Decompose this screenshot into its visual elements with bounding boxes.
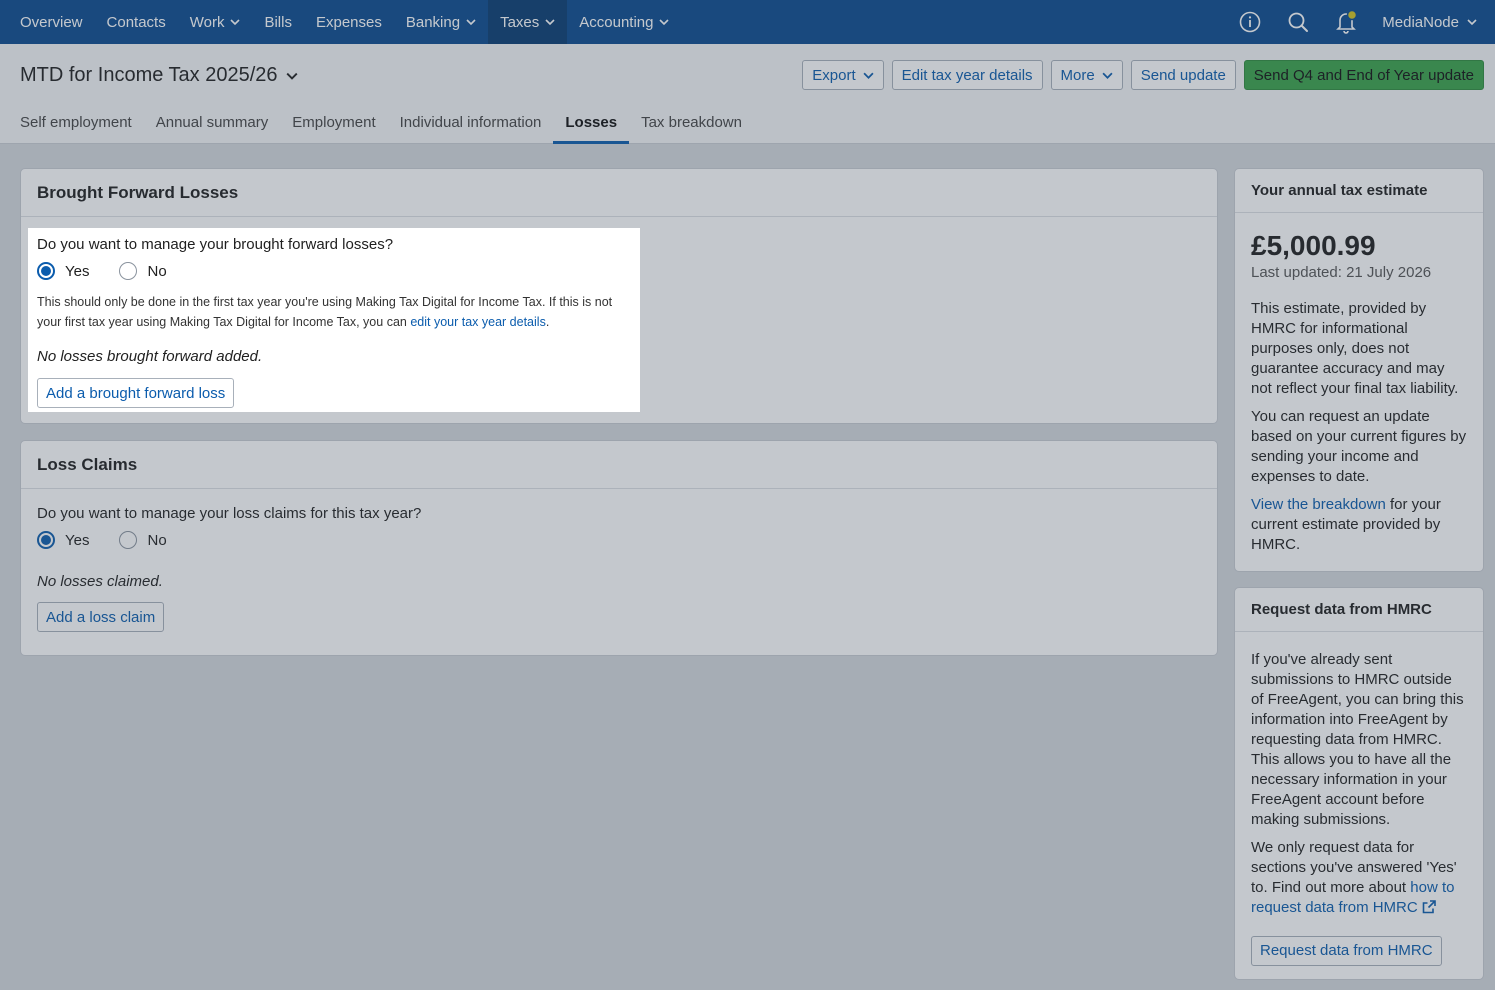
brought-forward-highlight: Do you want to manage your brought forwa…: [28, 228, 640, 412]
estimate-amount: £5,000.99: [1251, 230, 1376, 261]
brought-forward-radio-group: Yes No: [37, 262, 631, 280]
edit-tax-year-button[interactable]: Edit tax year details: [891, 60, 1043, 90]
search-icon: [1288, 12, 1309, 32]
export-button[interactable]: Export: [802, 60, 884, 90]
tab-losses[interactable]: Losses: [553, 110, 630, 144]
nav-bills[interactable]: Bills: [252, 0, 304, 44]
nav-contacts[interactable]: Contacts: [95, 0, 178, 44]
tab-individual-information[interactable]: Individual information: [388, 110, 554, 144]
chevron-down-icon: [1102, 72, 1113, 79]
tabs: Self employment Annual summary Employmen…: [8, 110, 754, 144]
estimate-title: Your annual tax estimate: [1235, 169, 1483, 213]
header-actions: Export Edit tax year details More Send u…: [802, 60, 1484, 90]
loss-claims-title: Loss Claims: [21, 441, 1217, 489]
notifications-button[interactable]: [1322, 0, 1370, 44]
estimate-updated: Last updated: 21 July 2026: [1251, 264, 1432, 281]
estimate-card: Your annual tax estimate £5,000.99 Last …: [1234, 168, 1484, 572]
estimate-disclaimer: This estimate, provided by HMRC for info…: [1251, 300, 1459, 397]
chevron-down-icon: [863, 72, 874, 79]
loss-claims-yes-radio[interactable]: Yes: [37, 531, 89, 549]
tax-year-selector[interactable]: MTD for Income Tax 2025/26: [20, 64, 298, 87]
brought-forward-title: Brought Forward Losses: [21, 169, 1217, 217]
loss-claims-radio-group: Yes No: [37, 531, 1201, 549]
edit-tax-year-details-link[interactable]: edit your tax year details: [410, 315, 546, 329]
request-data-card: Request data from HMRC If you've already…: [1234, 587, 1484, 980]
nav-right: MediaNode: [1226, 0, 1495, 44]
radio-selected-icon: [37, 262, 55, 280]
bell-icon: [1336, 9, 1358, 34]
chevron-down-icon: [286, 72, 298, 80]
tab-employment[interactable]: Employment: [280, 110, 387, 144]
more-button[interactable]: More: [1050, 60, 1123, 90]
request-data-info: We only request data for sections you've…: [1251, 839, 1457, 916]
chevron-down-icon: [466, 19, 476, 26]
nav-overview[interactable]: Overview: [0, 0, 95, 44]
tab-annual-summary[interactable]: Annual summary: [144, 110, 281, 144]
tab-self-employment[interactable]: Self employment: [8, 110, 144, 144]
view-breakdown-link[interactable]: View the breakdown: [1251, 496, 1386, 513]
send-q4-button[interactable]: Send Q4 and End of Year update: [1243, 60, 1484, 90]
brought-forward-help: This should only be done in the first ta…: [37, 295, 613, 329]
brought-forward-yes-radio[interactable]: Yes: [37, 262, 89, 280]
info-button[interactable]: [1226, 0, 1274, 44]
add-loss-claim-button[interactable]: Add a loss claim: [37, 602, 165, 632]
chevron-down-icon: [545, 19, 555, 26]
brought-forward-empty-text: No losses brought forward added.: [37, 348, 263, 365]
estimate-update-info: You can request an update based on your …: [1251, 408, 1467, 485]
radio-selected-icon: [37, 531, 55, 549]
page-title: MTD for Income Tax 2025/26: [20, 64, 278, 86]
loss-claims-empty-text: No losses claimed.: [37, 573, 163, 590]
brought-forward-question: Do you want to manage your brought forwa…: [37, 236, 394, 253]
external-link-icon: [1422, 900, 1436, 914]
brought-forward-no-radio[interactable]: No: [119, 262, 167, 280]
add-brought-forward-loss-button[interactable]: Add a brought forward loss: [37, 378, 235, 408]
tab-tax-breakdown[interactable]: Tax breakdown: [629, 110, 754, 144]
send-update-button[interactable]: Send update: [1130, 60, 1236, 90]
radio-unselected-icon: [119, 531, 138, 549]
loss-claims-no-radio[interactable]: No: [119, 531, 167, 549]
page-header: MTD for Income Tax 2025/26 Export Edit t…: [0, 44, 1495, 144]
request-data-description: If you've already sent submissions to HM…: [1251, 651, 1464, 828]
request-data-title: Request data from HMRC: [1235, 588, 1483, 632]
search-button[interactable]: [1274, 0, 1322, 44]
radio-unselected-icon: [119, 262, 138, 280]
estimate-breakdown-text: View the breakdown for your current esti…: [1251, 496, 1441, 553]
nav-taxes[interactable]: Taxes: [488, 0, 568, 44]
chevron-down-icon: [230, 19, 241, 26]
chevron-down-icon: [659, 19, 670, 26]
chevron-down-icon: [1467, 19, 1477, 26]
nav-expenses[interactable]: Expenses: [304, 0, 394, 44]
account-menu[interactable]: MediaNode: [1370, 14, 1495, 31]
top-navigation: Overview Contacts Work Bills Expenses Ba…: [0, 0, 1495, 44]
info-icon: [1239, 11, 1261, 33]
nav-work[interactable]: Work: [178, 0, 253, 44]
loss-claims-question: Do you want to manage your loss claims f…: [37, 505, 422, 522]
nav-accounting[interactable]: Accounting: [567, 0, 681, 44]
loss-claims-card: Loss Claims Do you want to manage your l…: [20, 440, 1218, 656]
request-data-button[interactable]: Request data from HMRC: [1251, 936, 1442, 966]
nav-banking[interactable]: Banking: [394, 0, 488, 44]
